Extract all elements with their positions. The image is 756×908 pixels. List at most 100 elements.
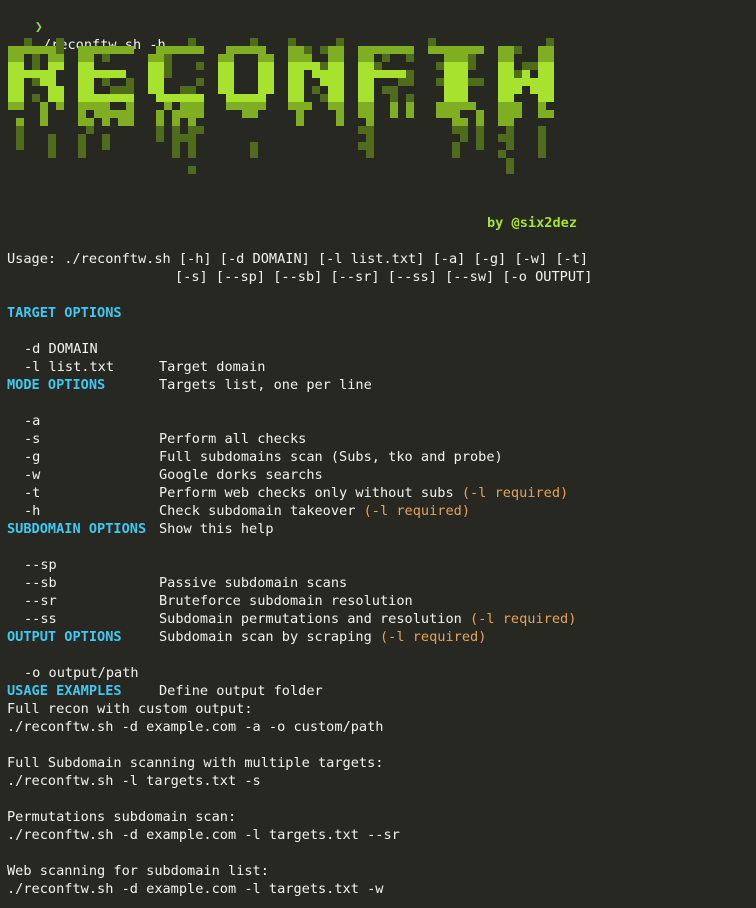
usage-line-1: Usage: ./reconftw.sh [-h] [-d DOMAIN] [-… (7, 251, 589, 267)
logo-pixel (476, 46, 484, 54)
logo-drip-pixel (234, 102, 242, 110)
logo-drip-pixel (366, 126, 374, 134)
logo-pixel (180, 94, 188, 102)
logo-pixel (118, 46, 126, 54)
logo-pixel (320, 70, 328, 78)
logo-drip-pixel (452, 142, 460, 150)
logo-pixel (258, 78, 266, 86)
logo-drip-pixel (172, 118, 180, 126)
logo-pixel (358, 94, 366, 102)
logo-drip-pixel (188, 150, 196, 158)
logo-shadow-pixel (126, 86, 134, 94)
logo-pixel (522, 70, 530, 78)
logo-pixel (358, 78, 366, 86)
logo-pixel (8, 94, 16, 102)
logo-drip-pixel (156, 118, 164, 126)
logo-shadow-pixel (406, 94, 414, 102)
logo-drip-pixel (538, 126, 546, 134)
logo-drip-pixel (296, 118, 304, 126)
logo-shadow-pixel (32, 54, 40, 62)
logo-pixel (126, 46, 134, 54)
logo-drip-pixel (336, 102, 344, 110)
logo-drip-pixel (188, 126, 196, 134)
logo-drip-pixel (188, 134, 196, 142)
logo-drip-pixel (48, 142, 56, 150)
logo-pixel (86, 54, 94, 62)
logo-drip-pixel (406, 110, 414, 118)
logo-drip-pixel (460, 126, 468, 134)
logo-shadow-pixel (32, 62, 40, 70)
logo-shadow-pixel (56, 46, 64, 54)
logo-shadow-pixel (32, 78, 40, 86)
logo-pixel (226, 70, 234, 78)
logo-pixel (498, 46, 506, 54)
required-note: (-l required) (363, 503, 471, 519)
logo-shadow-pixel (428, 38, 436, 46)
logo-drip-pixel (94, 110, 102, 118)
logo-pixel (460, 94, 468, 102)
logo-pixel (506, 94, 514, 102)
logo-drip-pixel (78, 118, 86, 126)
logo-pixel (538, 70, 546, 78)
logo-shadow-pixel (56, 38, 64, 46)
logo-drip-pixel (188, 142, 196, 150)
terminal-window[interactable]: ❯ ./reconftw.sh -h by @six2dez Usage: ./… (0, 0, 756, 908)
option-desc: Targets list, one per line (159, 377, 372, 393)
logo-pixel (538, 86, 546, 94)
logo-pixel (296, 54, 304, 62)
logo-pixel (358, 62, 366, 70)
command-prompt: ❯ ./reconftw.sh -h (2, 0, 166, 53)
logo-shadow-pixel (436, 78, 444, 86)
logo-drip-pixel (86, 102, 94, 110)
logo-pixel (118, 70, 126, 78)
logo-shadow-pixel (126, 78, 134, 86)
logo-shadow-pixel (468, 54, 476, 62)
logo-pixel (312, 70, 320, 78)
example-title: Full Subdomain scanning with multiple ta… (7, 755, 384, 771)
logo-pixel (498, 54, 506, 62)
option-row: --sp Passive subdomain scans (0, 538, 756, 591)
logo-drip-pixel (118, 110, 126, 118)
option-flag: -l list.txt (24, 359, 115, 375)
logo-pixel (506, 46, 514, 54)
logo-pixel (266, 70, 274, 78)
logo-drip-pixel (172, 134, 180, 142)
option-desc-text: Subdomain permutations and resolution (159, 611, 470, 627)
logo-pixel (118, 94, 126, 102)
logo-pixel (126, 94, 134, 102)
logo-drip-pixel (468, 102, 476, 110)
logo-drip-pixel (506, 110, 514, 118)
logo-drip-pixel (444, 102, 452, 110)
option-row: -l list.txt Targets list, one per line (0, 340, 756, 393)
logo-drip-pixel (78, 110, 86, 118)
logo-drip-pixel (16, 126, 24, 134)
logo-pixel (8, 78, 16, 86)
logo-pixel (78, 86, 86, 94)
logo-drip-pixel (358, 142, 366, 150)
logo-pixel (8, 62, 16, 70)
logo-pixel (506, 54, 514, 62)
logo-drip-pixel (180, 134, 188, 142)
logo-pixel (312, 62, 320, 70)
logo-pixel (226, 94, 234, 102)
option-row: --sb Bruteforce subdomain resolution (0, 556, 756, 609)
logo-shadow-pixel (320, 46, 328, 54)
logo-pixel (16, 94, 24, 102)
mode-options-heading: MODE OPTIONS (7, 377, 106, 393)
logo-pixel (24, 70, 32, 78)
logo-drip-pixel (506, 126, 514, 134)
logo-pixel (48, 62, 56, 70)
logo-drip-pixel (358, 102, 366, 110)
logo-shadow-pixel (196, 78, 204, 86)
logo-pixel (16, 86, 24, 94)
logo-pixel (78, 46, 86, 54)
logo-pixel (78, 78, 86, 86)
logo-pixel (164, 46, 172, 54)
logo-pixel (460, 78, 468, 86)
logo-pixel (460, 54, 468, 62)
logo-pixel (406, 46, 414, 54)
logo-pixel (358, 70, 366, 78)
logo-shadow-pixel (382, 86, 390, 94)
logo-drip-pixel (172, 142, 180, 150)
logo-pixel (452, 46, 460, 54)
